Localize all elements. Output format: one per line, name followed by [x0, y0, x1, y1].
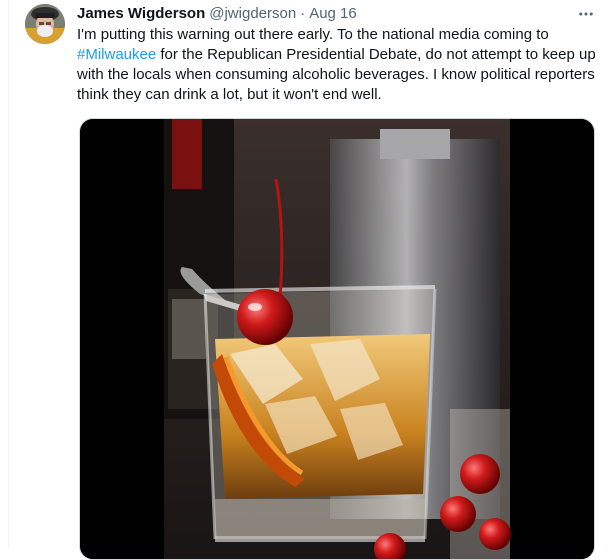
more-options-button[interactable] [573, 4, 599, 24]
tweet-text: I'm putting this warning out there early… [77, 25, 597, 105]
cocktail-photo [80, 119, 594, 559]
tweet-text-part-1: I'm putting this warning out there early… [77, 26, 549, 43]
avatar-image [25, 4, 65, 44]
tweet-date[interactable]: Aug 16 [309, 4, 357, 24]
tweet-media[interactable] [79, 118, 595, 560]
author-name[interactable]: James Wigderson [77, 4, 205, 24]
hashtag-link[interactable]: #Milwaukee [77, 46, 156, 63]
tweet-header: James Wigderson @jwigderson · Aug 16 [77, 4, 357, 24]
separator-dot: · [300, 5, 306, 22]
avatar[interactable] [25, 4, 65, 44]
author-handle[interactable]: @jwigderson [209, 4, 296, 24]
tweet-frame: James Wigderson @jwigderson · Aug 16 I'm… [8, 0, 610, 560]
tweet[interactable]: James Wigderson @jwigderson · Aug 16 I'm… [9, 0, 610, 560]
more-horizontal-icon [579, 12, 593, 16]
